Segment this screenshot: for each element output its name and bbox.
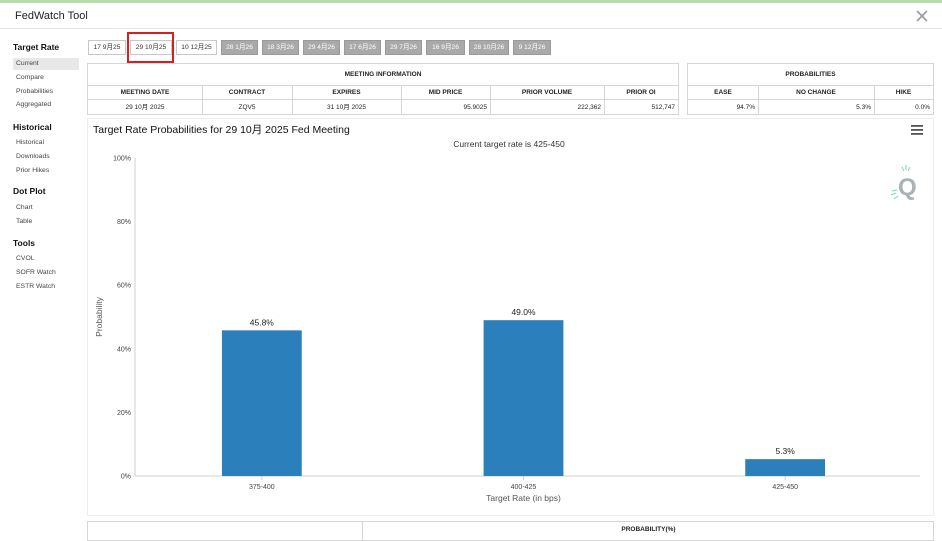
bar-375-400 bbox=[221, 330, 302, 476]
y-tick-label: 20% bbox=[117, 410, 131, 417]
x-tick-label: 400-425 bbox=[511, 484, 537, 491]
probability-table-header: PROBABILITY(%) bbox=[621, 526, 676, 533]
y-tick-label: 100% bbox=[113, 156, 131, 163]
y-tick-label: 60% bbox=[117, 283, 131, 290]
data-label: 49.0% bbox=[511, 307, 536, 317]
x-tick-label: 375-400 bbox=[249, 484, 275, 491]
data-label: 45.8% bbox=[250, 317, 275, 327]
y-tick-label: 0% bbox=[121, 474, 131, 481]
bar-425-450 bbox=[745, 459, 826, 476]
data-label: 5.3% bbox=[775, 446, 795, 456]
probability-bar-chart: 0% 20% 40% 60% 80% 100% Probability Target Rate… bbox=[94, 156, 920, 503]
x-axis-label: Target Rate (in bps) bbox=[486, 493, 561, 503]
y-tick-label: 80% bbox=[117, 219, 131, 226]
y-tick-label: 40% bbox=[117, 346, 131, 353]
y-axis-label: Probability bbox=[94, 296, 104, 336]
x-tick-label: 425-450 bbox=[772, 484, 798, 491]
bar-400-425 bbox=[483, 320, 564, 476]
